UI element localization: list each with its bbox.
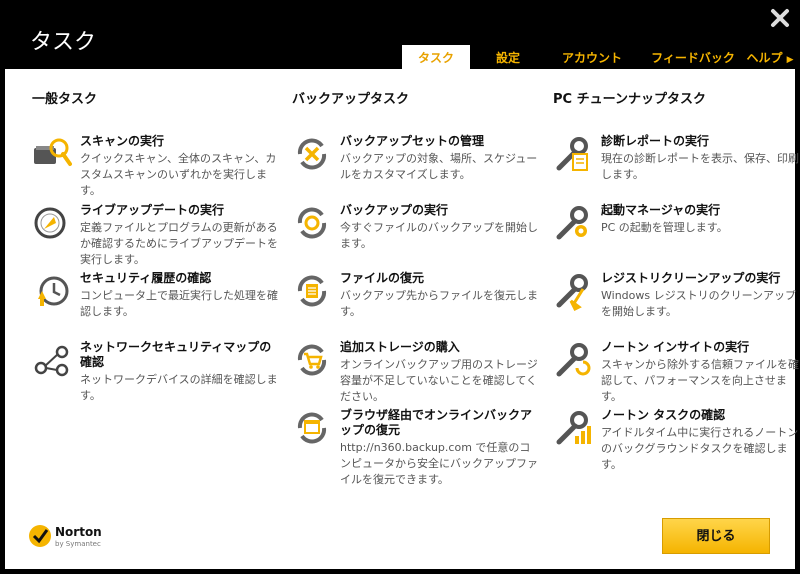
task-run-liveupdate[interactable]: ライブアップデートの実行 定義ファイルとプログラムの更新があるか確認するためにラ… (32, 203, 278, 273)
wrench-chart-icon (556, 411, 591, 445)
task-title: ブラウザ経由でオンラインバックアップの復元 (340, 408, 533, 437)
task-title: スキャンの実行 (80, 134, 165, 148)
network-map-icon (34, 345, 69, 377)
tab-tasks[interactable]: タスク (402, 45, 470, 69)
backup-set-icon (297, 138, 327, 170)
wrench-insight-icon (556, 343, 591, 377)
task-desc: クイックスキャン、全体のスキャン、カスタムスキャンのいずれかを実行します。 (80, 152, 277, 197)
shopping-cart-icon (297, 344, 327, 376)
task-desc: バックアップ先からファイルを復元します。 (340, 289, 538, 318)
task-desc: 今すぐファイルのバックアップを開始します。 (340, 221, 538, 250)
task-desc: PC の起動を管理します。 (601, 221, 728, 234)
task-title: ノートン タスクの確認 (601, 408, 726, 422)
tasks-panel: 一般タスク スキャンの実行 クイックスキャン、全体のスキャン、カスタムスキャンの… (5, 69, 799, 569)
history-clock-icon (38, 276, 69, 306)
norton-logo: Norton by Symantec (27, 521, 107, 555)
backup-tasks-header: バックアップタスク (292, 92, 410, 107)
task-title: ライブアップデートの実行 (80, 203, 225, 217)
task-desc: バックアップの対象、場所、スケジュールをカスタマイズします。 (340, 152, 538, 181)
task-title: 診断レポートの実行 (601, 134, 710, 148)
task-startup-manager[interactable]: 起動マネージャの実行 PC の起動を管理します。 (553, 203, 793, 263)
task-online-restore[interactable]: ブラウザ経由でオンラインバックアップの復元 http://n360.backup… (292, 408, 538, 488)
general-tasks-header: 一般タスク (32, 92, 98, 107)
task-desc: スキャンから除外する信頼ファイルを確認して、パフォーマンスを向上させます。 (601, 358, 799, 403)
tab-help[interactable]: ヘルプ ▶ (742, 45, 798, 69)
task-run-scan[interactable]: スキャンの実行 クイックスキャン、全体のスキャン、カスタムスキャンのいずれかを実… (32, 134, 276, 197)
task-title: バックアップセットの管理 (340, 134, 485, 148)
wrench-gear-icon (556, 206, 588, 240)
task-run-backup[interactable]: バックアップの実行 今すぐファイルのバックアップを開始します。 (292, 203, 538, 263)
task-title: レジストリクリーンアップの実行 (601, 271, 781, 285)
brand-sub: by Symantec (55, 540, 101, 548)
task-desc: オンラインバックアップ用のストレージ容量が不足していないことを確認してください。 (340, 358, 538, 403)
close-icon[interactable] (770, 8, 790, 28)
task-manage-backup-sets[interactable]: バックアップセットの管理 バックアップの対象、場所、スケジュールをカスタマイズし… (292, 134, 537, 194)
liveupdate-icon (34, 207, 66, 239)
task-norton-tasks[interactable]: ノートン タスクの確認 アイドルタイム中に実行されるノートンのバックグラウンドタ… (553, 408, 798, 471)
tab-bar: タスク 設定 アカウント フィードバック ヘルプ ▶ (402, 45, 800, 69)
task-title: バックアップの実行 (340, 203, 449, 217)
tasks-window: タスク タスク 設定 アカウント フィードバック ヘルプ ▶ 一般タスク スキャ… (0, 0, 800, 574)
browser-restore-icon (297, 412, 327, 444)
task-desc: アイドルタイム中に実行されるノートンのバックグラウンドタスクを確認します。 (601, 426, 799, 471)
task-desc: 定義ファイルとプログラムの更新があるか確認するためにライブアップデートを実行しま… (80, 221, 278, 266)
tab-account[interactable]: アカウント (552, 45, 632, 69)
task-security-history[interactable]: セキュリティ履歴の確認 コンピュータ上で最近実行した処理を確認します。 (32, 271, 278, 331)
window-title: タスク (30, 30, 97, 55)
tab-settings[interactable]: 設定 (486, 45, 530, 69)
task-desc: コンピュータ上で最近実行した処理を確認します。 (80, 289, 278, 318)
wrench-report-icon (556, 137, 588, 171)
pc-tuneup-tasks-header: PC チューンナップタスク (553, 92, 706, 107)
chevron-right-icon: ▶ (786, 55, 794, 65)
backup-run-icon (297, 207, 327, 239)
close-button[interactable]: 閉じる (662, 518, 770, 554)
scan-icon (34, 138, 72, 166)
restore-files-icon (297, 275, 327, 307)
task-title: ネットワークセキュリティマップの確認 (80, 340, 272, 369)
task-desc: 現在の診断レポートを表示、保存、印刷します。 (601, 152, 799, 181)
task-title: 起動マネージャの実行 (601, 203, 721, 217)
task-title: ノートン インサイトの実行 (601, 340, 750, 354)
task-restore-files[interactable]: ファイルの復元 バックアップ先からファイルを復元します。 (292, 271, 538, 321)
task-desc: ネットワークデバイスの詳細を確認します。 (80, 373, 278, 402)
task-diagnostic-report[interactable]: 診断レポートの実行 現在の診断レポートを表示、保存、印刷します。 (553, 134, 799, 194)
task-network-map[interactable]: ネットワークセキュリティマップの確認 ネットワークデバイスの詳細を確認します。 (32, 340, 278, 410)
norton-check-icon (29, 525, 51, 547)
task-title: 追加ストレージの購入 (340, 340, 460, 354)
task-registry-cleanup[interactable]: レジストリクリーンアップの実行 Windows レジストリのクリーンアップを開始… (553, 271, 796, 331)
wrench-broom-icon (556, 274, 588, 311)
task-title: セキュリティ履歴の確認 (80, 271, 212, 285)
tab-feedback[interactable]: フィードバック (648, 45, 738, 69)
task-title: ファイルの復元 (340, 271, 425, 285)
brand-name: Norton (55, 525, 102, 539)
task-buy-storage[interactable]: 追加ストレージの購入 オンラインバックアップ用のストレージ容量が不足していないこ… (292, 340, 538, 403)
task-norton-insight[interactable]: ノートン インサイトの実行 スキャンから除外する信頼ファイルを確認して、パフォー… (553, 340, 799, 403)
task-desc: http://n360.backup.com で任意のコンピュータから安全にバッ… (340, 441, 538, 486)
task-desc: Windows レジストリのクリーンアップを開始します。 (601, 289, 797, 318)
